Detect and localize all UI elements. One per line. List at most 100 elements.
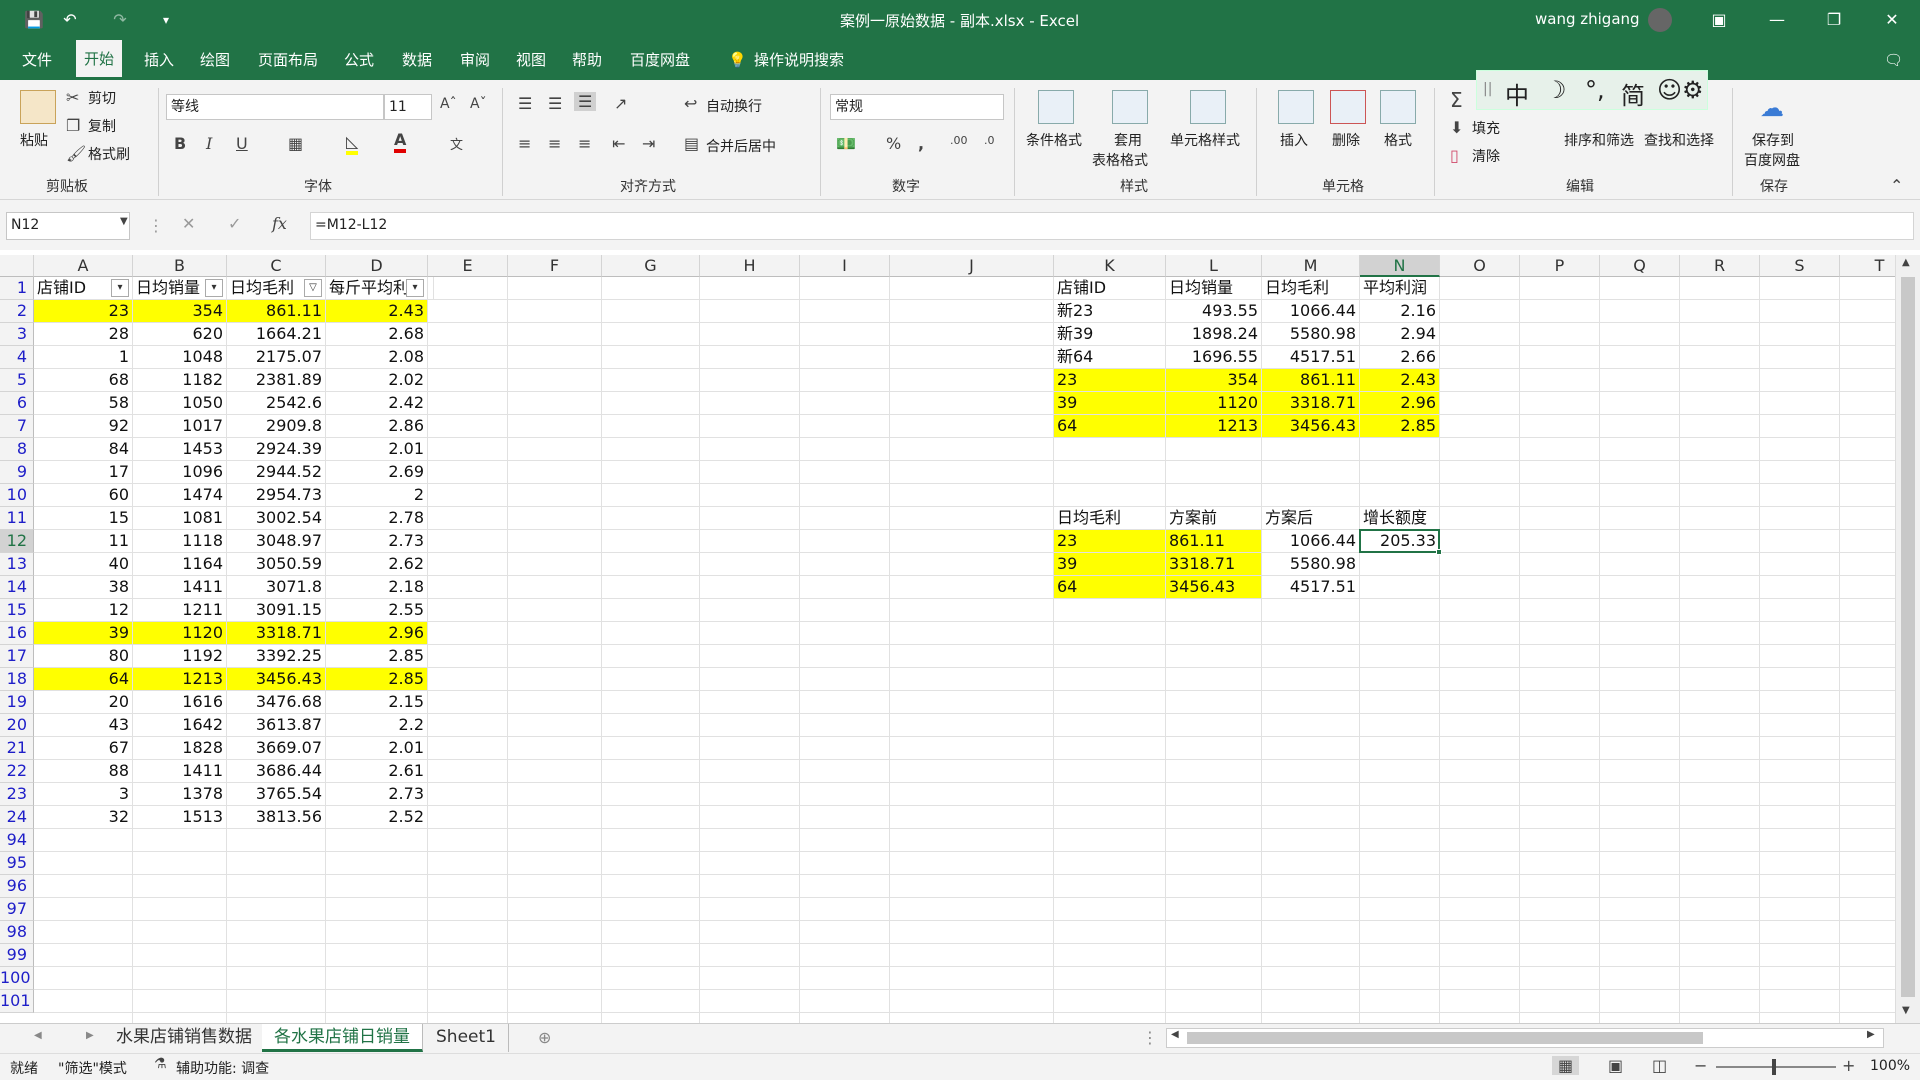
align-center-icon[interactable]: ≡	[548, 134, 561, 153]
table-cell[interactable]: 2.61	[326, 760, 428, 783]
copy-button[interactable]: 复制	[88, 116, 116, 136]
font-color-icon[interactable]: A	[394, 130, 407, 153]
cell-styles-button[interactable]: 单元格样式	[1170, 130, 1240, 150]
table-cell[interactable]: 861.11	[1262, 369, 1360, 392]
row-header-95[interactable]: 95	[0, 852, 34, 875]
formula-input[interactable]: =M12-L12	[310, 212, 1914, 240]
ime-chinese-mode[interactable]: 中	[1505, 76, 1529, 111]
table-cell[interactable]: 1642	[133, 714, 227, 737]
save-to-line1[interactable]: 保存到	[1752, 130, 1794, 150]
column-header-M[interactable]: M	[1262, 255, 1360, 277]
bold-button[interactable]: B	[174, 134, 186, 153]
scroll-right-icon[interactable]: ▶	[1867, 1029, 1875, 1040]
format-painter-icon[interactable]: 🖌	[66, 144, 86, 163]
format-as-table-line2[interactable]: 表格格式	[1092, 150, 1148, 170]
table-cell[interactable]: 1066.44	[1262, 530, 1360, 553]
right-header-cell[interactable]: 日均毛利	[1054, 507, 1166, 530]
table-cell[interactable]: 354	[133, 300, 227, 323]
sort-filter-button[interactable]: 排序和筛选	[1564, 130, 1634, 150]
restore-icon[interactable]: ❐	[1822, 8, 1846, 32]
fill-handle[interactable]	[1436, 549, 1442, 555]
fill-icon[interactable]: ⬇	[1450, 118, 1463, 137]
cut-button[interactable]: 剪切	[88, 88, 116, 108]
font-size-select[interactable]: 11	[384, 94, 432, 120]
table-cell[interactable]: 2944.52	[227, 461, 326, 484]
table-cell[interactable]: 2909.8	[227, 415, 326, 438]
row-header-15[interactable]: 15	[0, 599, 34, 622]
table-cell[interactable]: 3091.15	[227, 599, 326, 622]
row-header-9[interactable]: 9	[0, 461, 34, 484]
save-icon[interactable]: 💾	[22, 8, 46, 32]
left-header-cell[interactable]: 店铺ID ▾	[34, 277, 133, 300]
tab-insert[interactable]: 插入	[136, 40, 182, 80]
row-header-94[interactable]: 94	[0, 829, 34, 852]
row-header-99[interactable]: 99	[0, 944, 34, 967]
column-header-F[interactable]: F	[508, 255, 602, 277]
format-cells-button[interactable]: 格式	[1384, 130, 1412, 150]
table-cell[interactable]: 1182	[133, 369, 227, 392]
close-icon[interactable]: ✕	[1880, 8, 1904, 32]
table-cell[interactable]: 493.55	[1166, 300, 1262, 323]
column-header-T[interactable]: T	[1840, 255, 1895, 277]
column-header-E[interactable]: E	[428, 255, 508, 277]
table-cell[interactable]: 2.85	[326, 645, 428, 668]
table-cell[interactable]: 1474	[133, 484, 227, 507]
table-cell[interactable]: 2	[326, 484, 428, 507]
autosum-icon[interactable]: Σ	[1450, 88, 1463, 112]
tell-me-search[interactable]: 操作说明搜索	[746, 40, 852, 80]
table-cell[interactable]: 64	[1054, 576, 1166, 599]
table-cell[interactable]: 3456.43	[227, 668, 326, 691]
row-header-22[interactable]: 22	[0, 760, 34, 783]
column-header-A[interactable]: A	[34, 255, 133, 277]
tab-data[interactable]: 数据	[394, 40, 440, 80]
copy-icon[interactable]: ❐	[66, 116, 80, 135]
table-cell[interactable]: 3	[34, 783, 133, 806]
currency-icon[interactable]: 💵	[836, 134, 856, 153]
column-header-Q[interactable]: Q	[1600, 255, 1680, 277]
table-cell[interactable]: 3669.07	[227, 737, 326, 760]
table-cell[interactable]: 1378	[133, 783, 227, 806]
column-header-C[interactable]: C	[227, 255, 326, 277]
align-top-icon[interactable]: ☰	[518, 94, 532, 113]
percent-button[interactable]: %	[886, 134, 901, 153]
table-cell[interactable]: 2.96	[1360, 392, 1440, 415]
table-cell[interactable]: 3392.25	[227, 645, 326, 668]
table-cell[interactable]: 新39	[1054, 323, 1166, 346]
table-cell[interactable]: 38	[34, 576, 133, 599]
table-cell[interactable]: 23	[34, 300, 133, 323]
table-cell[interactable]: 2.01	[326, 438, 428, 461]
column-header-B[interactable]: B	[133, 255, 227, 277]
column-header-L[interactable]: L	[1166, 255, 1262, 277]
table-cell[interactable]: 28	[34, 323, 133, 346]
customize-toolbar-icon[interactable]: ▾	[154, 8, 178, 32]
row-header-12[interactable]: 12	[0, 530, 34, 553]
table-cell[interactable]: 60	[34, 484, 133, 507]
table-cell[interactable]: 23	[1054, 530, 1166, 553]
phonetic-icon[interactable]: 文	[450, 134, 463, 153]
table-cell[interactable]: 2.73	[326, 530, 428, 553]
table-cell[interactable]: 620	[133, 323, 227, 346]
table-cell[interactable]: 1017	[133, 415, 227, 438]
table-cell[interactable]: 11	[34, 530, 133, 553]
table-cell[interactable]: 354	[1166, 369, 1262, 392]
cell-styles-icon[interactable]	[1190, 90, 1226, 124]
row-header-3[interactable]: 3	[0, 323, 34, 346]
table-cell[interactable]: 2.73	[326, 783, 428, 806]
table-cell[interactable]: 1120	[1166, 392, 1262, 415]
table-cell[interactable]: 67	[34, 737, 133, 760]
table-cell[interactable]: 1192	[133, 645, 227, 668]
table-cell[interactable]: 861.11	[1166, 530, 1262, 553]
column-header-H[interactable]: H	[700, 255, 800, 277]
table-cell[interactable]: 80	[34, 645, 133, 668]
format-as-table-icon[interactable]	[1112, 90, 1148, 124]
cut-icon[interactable]: ✂	[66, 88, 79, 107]
sheet-tab-1[interactable]: 水果店铺销售数据	[104, 1024, 265, 1052]
table-cell[interactable]: 2.15	[326, 691, 428, 714]
merge-icon[interactable]: ▤	[684, 134, 699, 153]
merge-center-button[interactable]: 合并后居中	[706, 136, 776, 156]
row-header-98[interactable]: 98	[0, 921, 34, 944]
wrap-text-icon[interactable]: ↩	[684, 94, 697, 113]
table-cell[interactable]: 40	[34, 553, 133, 576]
split-handle-icon[interactable]: ⋮	[1142, 1028, 1158, 1047]
conditional-format-icon[interactable]	[1038, 90, 1074, 124]
